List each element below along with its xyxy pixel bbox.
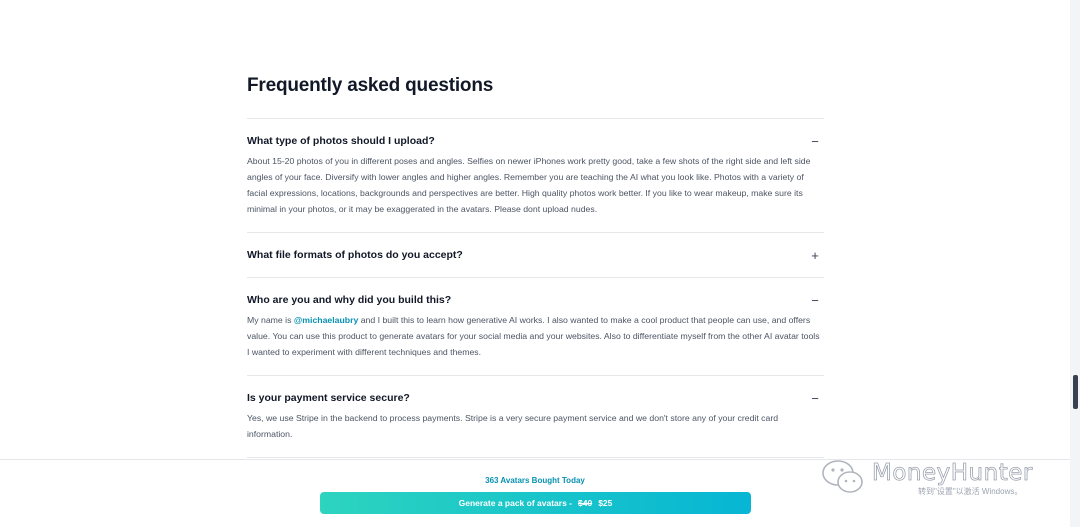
plus-icon[interactable]: + (808, 248, 822, 263)
faq-answer: About 15-20 photos of you in different p… (247, 156, 811, 214)
new-price: $25 (598, 498, 613, 508)
faq-question-row[interactable]: What file formats of photos do you accep… (247, 233, 824, 277)
scrollbar-track[interactable] (1070, 0, 1080, 527)
faq-question: What file formats of photos do you accep… (247, 249, 463, 261)
watermark-name: MoneyHunter (872, 460, 1033, 487)
faq-divider (247, 457, 824, 458)
old-price: $40 (578, 498, 593, 508)
generate-avatars-button[interactable]: Generate a pack of avatars - $40 $25 (320, 492, 751, 514)
faq-answer: My name is @michaelaubry and I built thi… (247, 312, 824, 375)
minus-icon[interactable]: − (808, 293, 822, 308)
faq-section: Frequently asked questions What type of … (247, 74, 824, 458)
wechat-icon (822, 460, 863, 493)
minus-icon[interactable]: − (808, 391, 822, 406)
faq-answer: Yes, we use Stripe in the backend to pro… (247, 413, 779, 439)
watermark: MoneyHunter 转到"设置"以激活 Windows。 (820, 458, 1060, 498)
page: Frequently asked questions What type of … (0, 0, 1070, 527)
minus-icon[interactable]: − (808, 134, 822, 149)
faq-question: Who are you and why did you build this? (247, 294, 452, 306)
faq-question: What type of photos should I upload? (247, 135, 435, 147)
faq-item: Is your payment service secure? − Yes, w… (247, 375, 824, 457)
cta-label: Generate a pack of avatars - (458, 498, 572, 508)
scrollbar-thumb[interactable] (1073, 375, 1078, 409)
faq-item: What type of photos should I upload? − A… (247, 118, 824, 232)
answer-text: My name is (247, 315, 294, 325)
faq-item: Who are you and why did you build this? … (247, 277, 824, 375)
faq-item: What file formats of photos do you accep… (247, 232, 824, 277)
author-link[interactable]: @michaelaubry (294, 315, 358, 325)
faq-question: Is your payment service secure? (247, 392, 410, 404)
faq-title: Frequently asked questions (247, 75, 494, 96)
activate-windows-notice: 转到"设置"以激活 Windows。 (918, 487, 1023, 496)
faq-list: What type of photos should I upload? − A… (247, 118, 824, 458)
